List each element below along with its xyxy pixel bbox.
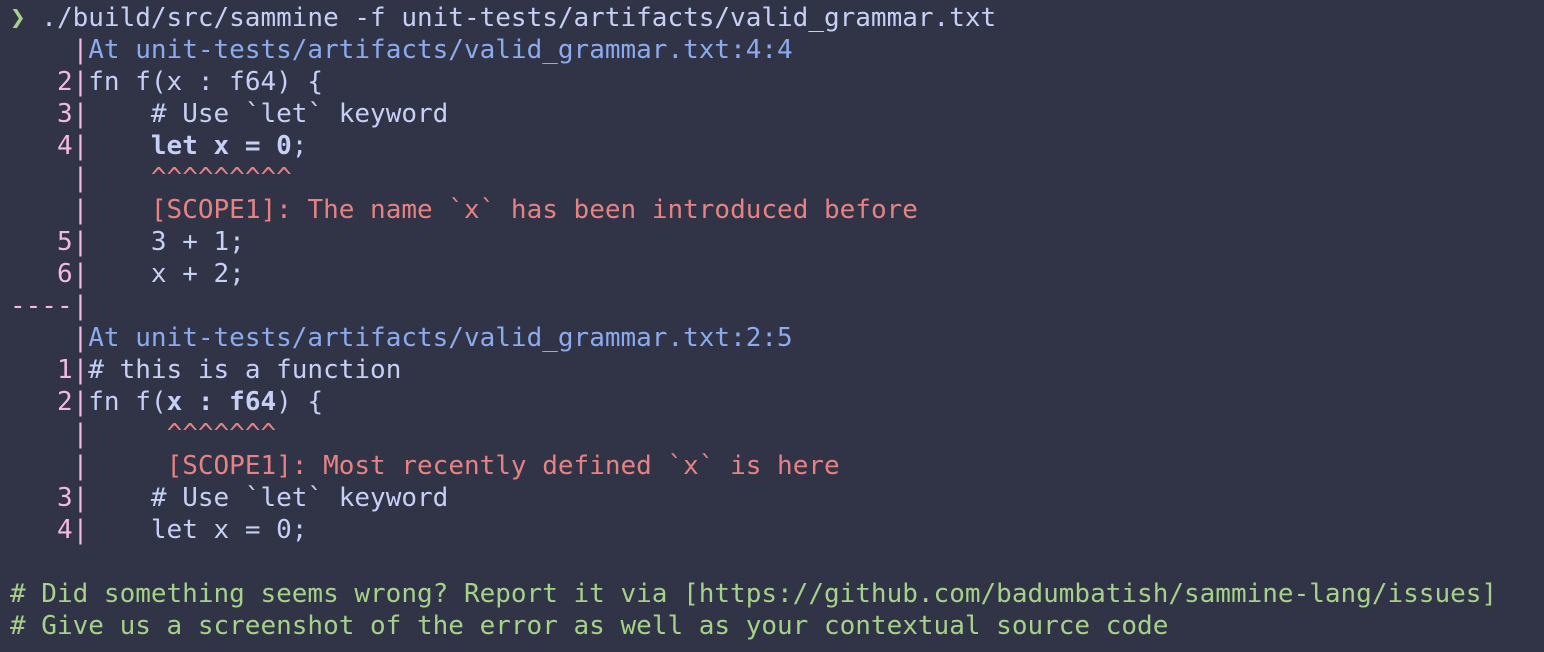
source-code: # this is a function	[88, 355, 402, 385]
error-message: [SCOPE1]: The name `x` has been introduc…	[150, 195, 918, 225]
caret-indent	[88, 419, 166, 449]
source-code: ;	[291, 131, 308, 161]
footer-screenshot-line: # Give us a screenshot of the error as w…	[10, 611, 1169, 641]
caret-line: | ^^^^^^^^^	[10, 162, 1544, 194]
source-code-highlight: let x = 0	[150, 131, 292, 161]
location-line-2: |At unit-tests/artifacts/valid_grammar.t…	[10, 322, 1544, 354]
gutter-bar: |	[72, 35, 89, 65]
source-code: ) {	[276, 387, 324, 417]
line-number: 3	[10, 99, 73, 129]
gutter-blank	[10, 323, 73, 353]
caret-line: | ^^^^^^^	[10, 418, 1544, 450]
source-code: x + 2;	[88, 259, 245, 289]
line-number: 2	[10, 387, 73, 417]
gutter-bar: |	[72, 195, 89, 225]
line-number: 5	[10, 227, 73, 257]
code-line-highlighted: 4| let x = 0;	[10, 130, 1544, 162]
gutter-bar: |	[72, 387, 89, 417]
source-code-highlight: x : f64	[166, 387, 277, 417]
footer-report-line: # Did something seems wrong? Report it v…	[10, 579, 1498, 609]
command-line: ❯ ./build/src/sammine -f unit-tests/arti…	[10, 2, 1544, 34]
error-carets: ^^^^^^^	[166, 419, 277, 449]
chevron-right-icon: ❯	[10, 3, 26, 33]
code-line-highlighted: 2|fn f(x : f64) {	[10, 386, 1544, 418]
code-line: 3| # Use `let` keyword	[10, 482, 1544, 514]
message-indent	[88, 451, 166, 481]
source-indent	[88, 131, 151, 161]
error-message-line: | [SCOPE1]: The name `x` has been introd…	[10, 194, 1544, 226]
caret-indent	[88, 163, 151, 193]
gutter-bar: |	[72, 163, 89, 193]
command-text: ./build/src/sammine -f unit-tests/artifa…	[25, 3, 997, 33]
separator-dashes: ----	[10, 291, 73, 321]
gutter-bar: |	[72, 483, 89, 513]
gutter-bar: |	[72, 419, 89, 449]
gutter-blank	[10, 35, 73, 65]
line-number: 6	[10, 259, 73, 289]
code-line: 4| let x = 0;	[10, 514, 1544, 546]
error-location: At unit-tests/artifacts/valid_grammar.tx…	[88, 323, 793, 353]
gutter-blank	[10, 419, 73, 449]
gutter-bar: |	[72, 291, 89, 321]
source-code: # Use `let` keyword	[88, 99, 449, 129]
gutter-bar: |	[72, 67, 89, 97]
gutter-bar: |	[72, 323, 89, 353]
code-line: 3| # Use `let` keyword	[10, 98, 1544, 130]
line-number: 3	[10, 483, 73, 513]
error-message: [SCOPE1]: Most recently defined `x` is h…	[166, 451, 840, 481]
code-line: 2|fn f(x : f64) {	[10, 66, 1544, 98]
location-line-1: |At unit-tests/artifacts/valid_grammar.t…	[10, 34, 1544, 66]
gutter-blank	[10, 163, 73, 193]
gutter-bar: |	[72, 259, 89, 289]
error-carets: ^^^^^^^^^	[150, 163, 292, 193]
code-line: 1|# this is a function	[10, 354, 1544, 386]
gutter-bar: |	[72, 131, 89, 161]
line-number: 1	[10, 355, 73, 385]
block-separator: ----|	[10, 290, 1544, 322]
code-line: 5| 3 + 1;	[10, 226, 1544, 258]
gutter-bar: |	[72, 515, 89, 545]
message-indent	[88, 195, 151, 225]
code-line: 6| x + 2;	[10, 258, 1544, 290]
error-location: At unit-tests/artifacts/valid_grammar.tx…	[88, 35, 793, 65]
gutter-bar: |	[72, 227, 89, 257]
source-code: fn f(	[88, 387, 167, 417]
source-code: fn f(x : f64) {	[88, 67, 324, 97]
line-number: 2	[10, 67, 73, 97]
line-number: 4	[10, 131, 73, 161]
source-code: 3 + 1;	[88, 227, 245, 257]
terminal-window[interactable]: ❯ ./build/src/sammine -f unit-tests/arti…	[0, 0, 1544, 652]
gutter-blank	[10, 451, 73, 481]
gutter-bar: |	[72, 99, 89, 129]
gutter-blank	[10, 195, 73, 225]
gutter-bar: |	[72, 451, 89, 481]
source-code: let x = 0;	[88, 515, 308, 545]
source-code: # Use `let` keyword	[88, 483, 449, 513]
line-number: 4	[10, 515, 73, 545]
error-message-line: | [SCOPE1]: Most recently defined `x` is…	[10, 450, 1544, 482]
gutter-bar: |	[72, 355, 89, 385]
